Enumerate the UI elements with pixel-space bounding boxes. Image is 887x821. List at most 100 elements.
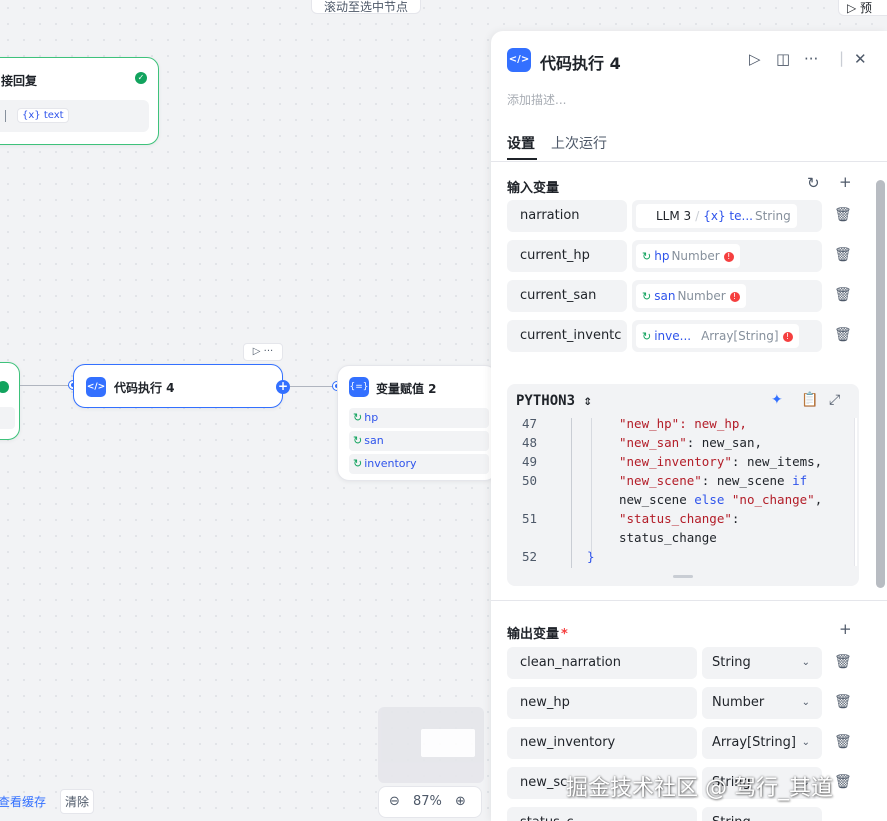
- panel-scrollbar[interactable]: [876, 180, 885, 588]
- line-number: 49: [521, 454, 537, 469]
- input-var-name[interactable]: narration: [507, 200, 627, 232]
- active-tab-indicator: [507, 158, 537, 160]
- output-type-select[interactable]: String ⌄: [702, 647, 822, 679]
- variable-reference-chip: ↻ hp Number!: [636, 244, 740, 268]
- language-selector[interactable]: PYTHON3 ⇕: [516, 393, 592, 409]
- indent-guide: [591, 418, 592, 554]
- output-var-name[interactable]: clean_narration: [507, 647, 697, 679]
- error-icon: !: [729, 291, 740, 302]
- tab-last-run[interactable]: 上次运行: [551, 133, 607, 153]
- add-next-node-port[interactable]: +: [276, 380, 290, 394]
- copy-icon[interactable]: 📋: [801, 392, 818, 408]
- clear-cache-button[interactable]: 清除: [60, 789, 95, 814]
- divider: |: [839, 49, 845, 67]
- input-var-value[interactable]: ↻ san Number!: [632, 280, 822, 312]
- delete-icon[interactable]: 🗑: [834, 654, 852, 670]
- output-type-select[interactable]: String ⌄: [702, 807, 822, 821]
- view-cache-link[interactable]: 查看缓存: [0, 793, 46, 810]
- zoom-in-icon[interactable]: ⊕: [455, 794, 466, 809]
- minimap[interactable]: [378, 707, 484, 783]
- add-input-icon[interactable]: +: [839, 173, 852, 191]
- code-lines[interactable]: 47 "new_hp": new_hp, 48 "new_san": new_san,…: [507, 416, 857, 568]
- code-icon: </>: [86, 377, 106, 397]
- code-icon: </>: [507, 48, 531, 72]
- refresh-icon[interactable]: ↻: [807, 174, 820, 192]
- source-variable: hp: [654, 249, 670, 263]
- variable-type: String: [754, 209, 791, 223]
- description-input[interactable]: 添加描述...: [507, 91, 566, 108]
- error-icon: !: [723, 251, 734, 262]
- output-var-name[interactable]: new_hp: [507, 687, 697, 719]
- input-var-value[interactable]: LLM 3/{x} te... String: [632, 200, 822, 232]
- variable-assign-node[interactable]: {=} 变量赋值 2 ↻ hp ↻ san ↻ inventory: [337, 365, 497, 481]
- variable-ref-icon: ↻: [642, 330, 652, 343]
- line-number: 52: [521, 549, 537, 564]
- input-var-value[interactable]: ↻ inve... Array[String]!: [632, 320, 822, 352]
- input-var-name[interactable]: current_hp: [507, 240, 627, 272]
- delete-icon[interactable]: 🗑: [834, 247, 852, 263]
- line-number: 50: [521, 473, 537, 488]
- success-check-icon: ✓: [135, 72, 147, 84]
- text-variable-chip: {x} text: [17, 108, 69, 123]
- node-mini-toolbar[interactable]: ▷ ···: [243, 343, 283, 361]
- expand-icon[interactable]: ⤢: [829, 392, 840, 408]
- minimap-viewport[interactable]: [421, 729, 475, 757]
- previous-node-body: [0, 407, 15, 429]
- code-line: "status_change":: [619, 511, 740, 526]
- run-preview-button[interactable]: ▷ 预: [838, 0, 887, 16]
- ai-sparkle-icon[interactable]: ✦: [771, 392, 783, 408]
- edge-connector: [20, 385, 73, 386]
- delete-icon[interactable]: 🗑: [834, 694, 852, 710]
- reply-node[interactable]: 接回复 ✓ {x} text: [0, 57, 159, 145]
- zoom-out-icon[interactable]: ⊖: [389, 794, 400, 809]
- code-exec-node[interactable]: </> 代码执行 4: [73, 364, 283, 408]
- delete-icon[interactable]: 🗑: [834, 327, 852, 343]
- error-icon: !: [782, 331, 793, 342]
- source-variable: inve...: [654, 329, 692, 343]
- output-type-value: Array[String]: [712, 735, 796, 750]
- variable-reference-chip: LLM 3/{x} te... String: [636, 204, 797, 228]
- output-type-select[interactable]: Number ⌄: [702, 687, 822, 719]
- close-icon[interactable]: ✕: [854, 50, 867, 68]
- variable-ref-icon: ↻: [353, 434, 363, 447]
- variable-ref-icon: ↻: [353, 411, 363, 424]
- add-output-icon[interactable]: +: [839, 620, 852, 638]
- code-scrollbar[interactable]: [854, 418, 857, 566]
- code-editor[interactable]: PYTHON3 ⇕ ✦ 📋 ⤢ 47 "new_hp": new_hp, 48 "ne…: [507, 384, 859, 586]
- line-number: 48: [521, 435, 537, 450]
- delete-icon[interactable]: 🗑: [834, 734, 852, 750]
- variable-type: Number: [671, 249, 720, 263]
- delete-icon[interactable]: 🗑: [834, 774, 852, 790]
- code-line: }: [587, 549, 595, 564]
- variable-reference-chip: ↻ inve... Array[String]!: [636, 324, 799, 348]
- output-var-name[interactable]: status_c: [507, 807, 697, 821]
- input-var-value[interactable]: ↻ hp Number!: [632, 240, 822, 272]
- divider: [491, 161, 887, 162]
- variable-ref-icon: ↻: [353, 457, 363, 470]
- edge-connector: [290, 386, 337, 387]
- tab-settings[interactable]: 设置: [507, 133, 535, 153]
- chevron-down-icon: ⌄: [802, 807, 810, 821]
- output-var-name[interactable]: new_inventory: [507, 727, 697, 759]
- variable-ref-icon: ↻: [642, 250, 652, 263]
- input-var-name[interactable]: current_san: [507, 280, 627, 312]
- split-view-icon[interactable]: ◫: [776, 50, 790, 68]
- resize-handle[interactable]: [673, 575, 693, 578]
- panel-title[interactable]: 代码执行 4: [540, 50, 621, 74]
- delete-icon[interactable]: 🗑: [834, 207, 852, 223]
- assign-row-label: inventory: [364, 457, 417, 470]
- assign-row-label: hp: [364, 411, 379, 424]
- delete-icon[interactable]: 🗑: [834, 287, 852, 303]
- input-var-name[interactable]: current_inventc: [507, 320, 627, 352]
- outputs-section-title: 输出变量 *: [507, 627, 568, 642]
- run-icon[interactable]: ▷: [749, 50, 761, 68]
- line-number: 47: [521, 416, 537, 431]
- output-type-select[interactable]: Array[String] ⌄: [702, 727, 822, 759]
- more-icon[interactable]: ···: [804, 50, 818, 68]
- previous-node[interactable]: [0, 362, 20, 440]
- source-variable: {x} te...: [703, 209, 753, 223]
- line-number: 51: [521, 511, 537, 526]
- output-type-value: Number: [712, 695, 765, 710]
- scroll-to-node-hint[interactable]: 滚动至选中节点: [311, 0, 421, 14]
- assign-row: ↻ san: [349, 431, 489, 451]
